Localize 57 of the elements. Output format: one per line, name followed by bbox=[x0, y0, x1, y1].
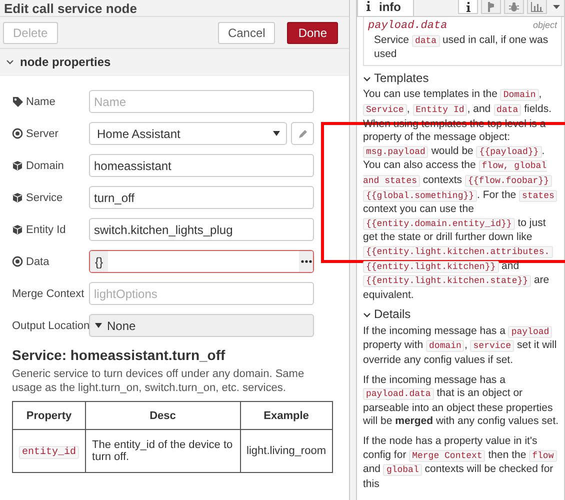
cube-icon bbox=[12, 192, 23, 203]
dialog-title: Edit call service node bbox=[4, 2, 137, 16]
field-label: Server bbox=[26, 128, 58, 140]
dropdown-caret-icon bbox=[273, 131, 280, 136]
section-header[interactable]: Templates bbox=[363, 72, 562, 86]
field-label: Domain bbox=[26, 160, 64, 172]
field-label: Output Location bbox=[12, 320, 90, 332]
section-header[interactable]: node properties bbox=[0, 49, 349, 76]
info-icon bbox=[466, 2, 470, 12]
column-header: Property bbox=[12, 402, 86, 430]
json-type-label: {} bbox=[90, 251, 108, 272]
expand-button[interactable] bbox=[299, 251, 313, 272]
dropdown-caret-icon bbox=[95, 323, 102, 328]
section-title: node properties bbox=[20, 55, 111, 69]
target-icon bbox=[12, 256, 23, 267]
sidebar-tab-button[interactable] bbox=[458, 0, 478, 14]
service-heading: Service: homeassistant.turn_off bbox=[12, 347, 226, 363]
field-label: Name bbox=[26, 96, 56, 108]
field-label: Entity Id bbox=[26, 224, 66, 236]
service-description: Generic service to turn devices off under any domain. Same usage as the light.turn_on, switch.turn_on, etc. services. bbox=[12, 367, 306, 395]
paragraph: If the incoming message has a payload.data that is an object or parseable into an object these properties will be merged with any config values set. bbox=[363, 374, 560, 430]
caret-icon bbox=[553, 5, 560, 9]
input-field[interactable]: Name bbox=[89, 90, 314, 113]
info-tab[interactable]: info bbox=[357, 0, 414, 16]
dots-icon bbox=[300, 260, 312, 263]
input-field[interactable]: switch.kitchen_lights_plug bbox=[89, 218, 314, 241]
target-icon bbox=[12, 128, 23, 139]
property-description: Service data used in call, if one was used bbox=[373, 34, 550, 62]
chart-icon bbox=[531, 2, 543, 12]
input-field[interactable]: homeassistant bbox=[89, 154, 314, 177]
output-location-menu[interactable]: None bbox=[89, 314, 314, 337]
table-cell: The entity_id of the device to turn off. bbox=[86, 430, 240, 472]
section-header[interactable]: Details bbox=[363, 308, 562, 322]
pencil-icon bbox=[298, 128, 308, 138]
edit-button[interactable] bbox=[291, 122, 314, 145]
input-field[interactable]: turn_off bbox=[89, 186, 314, 209]
cube-icon bbox=[12, 160, 23, 171]
paragraph: If the node has a property value in it's config for Merge Context then the flow and global contexts will be checked for this bbox=[363, 435, 562, 492]
property-code: entity_id bbox=[19, 446, 80, 458]
table-cell: light.living_room bbox=[240, 430, 332, 472]
done-button[interactable]: Done bbox=[287, 22, 338, 44]
cancel-button[interactable]: Cancel bbox=[218, 22, 276, 44]
tag-icon bbox=[12, 96, 23, 107]
input-field[interactable]: lightOptions bbox=[89, 282, 314, 305]
paragraph: If the incoming message has a payload property with domain , service set it will override any config values if set. bbox=[363, 324, 558, 368]
bug-icon bbox=[509, 2, 519, 12]
info-icon bbox=[366, 1, 371, 11]
field-label: Service bbox=[26, 192, 63, 204]
field-label: Data bbox=[26, 256, 50, 268]
property-type: object bbox=[532, 19, 557, 32]
column-header: Example bbox=[240, 402, 332, 430]
data-field[interactable]: {} bbox=[89, 250, 314, 273]
server-select[interactable]: Home Assistant bbox=[89, 122, 287, 145]
property-name: payload.data bbox=[368, 20, 448, 34]
column-header: Desc bbox=[86, 402, 240, 430]
field-label: Merge Context bbox=[12, 288, 84, 300]
cube-icon bbox=[12, 224, 23, 235]
